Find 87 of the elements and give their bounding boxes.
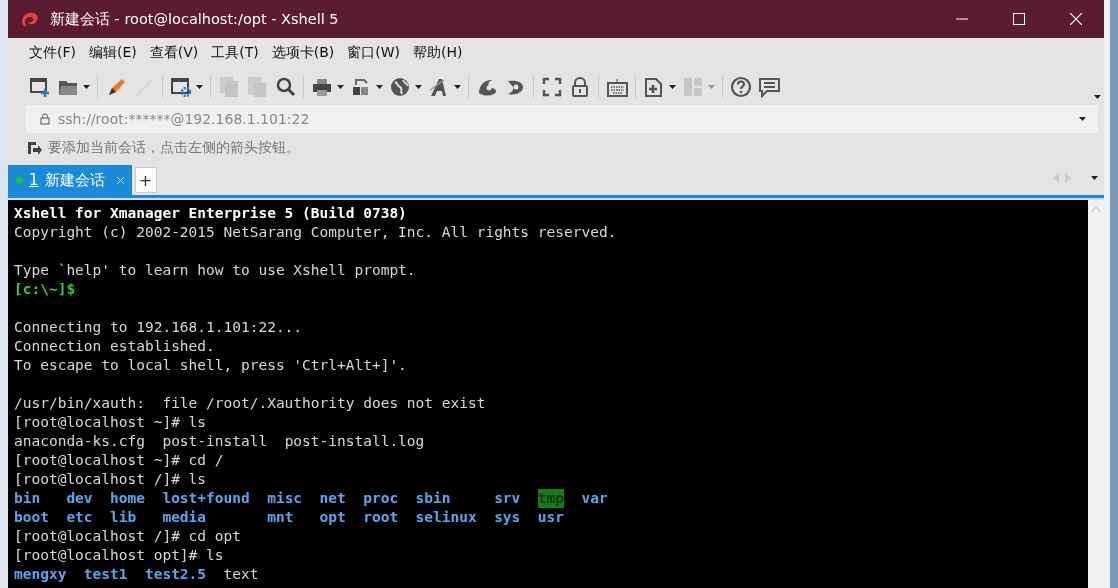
directory-name: sys xyxy=(494,508,521,527)
terminal-line: [root@localhost opt]# ls xyxy=(14,547,224,563)
copy-icon xyxy=(218,75,240,98)
scroll-up-icon xyxy=(1091,206,1101,212)
new-tab-button[interactable]: + xyxy=(134,167,157,193)
caret-icon xyxy=(196,84,203,89)
add-tab-icon xyxy=(643,75,665,98)
directory-name: lost+found xyxy=(162,489,250,508)
close-icon xyxy=(1069,13,1082,25)
close-icon xyxy=(116,176,124,184)
menu-item[interactable]: 帮助(H) xyxy=(412,42,467,64)
directory-name: srv xyxy=(494,489,521,508)
caret-icon xyxy=(1091,176,1098,180)
directory-name: home xyxy=(110,489,145,508)
directory-name: net xyxy=(319,489,346,508)
window-title: 新建会话 - root@localhost:/opt - Xshell 5 xyxy=(50,9,340,29)
file-name: post-install.log xyxy=(284,432,425,451)
directory-name: test2.5 xyxy=(144,565,207,584)
right-arrow-icon xyxy=(1065,173,1071,183)
caret-icon xyxy=(1079,117,1086,121)
hint-text: 要添加当前会话，点击左侧的箭头按钮。 xyxy=(48,139,300,157)
tab-list-button[interactable] xyxy=(1091,176,1098,180)
caret-icon xyxy=(337,84,344,89)
terminal-line: [root@localhost ~]# ls xyxy=(14,414,207,430)
prompt-text: [c:\~]$ xyxy=(14,281,76,297)
terminal-line: Type `help' to learn how to use Xshell prompt. xyxy=(14,262,416,278)
lock-icon xyxy=(40,113,50,125)
maximize-icon xyxy=(1012,13,1025,25)
directory-name: bin xyxy=(14,489,42,508)
directory-name: opt xyxy=(319,508,346,527)
directory-name: etc xyxy=(66,508,93,527)
new-session-icon xyxy=(29,75,51,98)
terminal-line: [root@localhost /]# cd opt xyxy=(14,528,241,544)
directory-name: lib xyxy=(110,508,138,527)
search-icon xyxy=(274,75,296,98)
directory-name: mnt xyxy=(267,508,295,527)
directory-name: boot xyxy=(14,508,49,527)
file-name: text xyxy=(223,565,259,584)
menu-item[interactable]: 选项卡(B) xyxy=(270,42,339,64)
directory-name: tmp xyxy=(537,489,564,508)
menu-item[interactable]: 窗口(W) xyxy=(346,42,405,64)
terminal-line: [root@localhost /]# ls xyxy=(14,471,207,487)
directory-name: misc xyxy=(267,489,303,508)
caret-icon xyxy=(1094,95,1101,99)
terminal-line: To escape to local shell, press 'Ctrl+Alt+]'. xyxy=(14,357,407,373)
toolbar-overflow-button[interactable] xyxy=(1094,95,1101,99)
caret-icon xyxy=(376,84,383,89)
terminal-line: Connecting to 192.168.1.101:22... xyxy=(14,319,303,335)
terminal-line: /usr/bin/xauth: file /root/.Xauthority does not exist xyxy=(14,395,486,411)
directory-name: usr xyxy=(537,508,564,527)
caret-icon xyxy=(415,84,422,89)
directory-name: media xyxy=(162,508,208,527)
fullscreen-icon xyxy=(541,75,563,98)
chat-icon xyxy=(758,75,780,98)
terminal-line: [root@localhost ~]# cd / xyxy=(14,452,224,468)
app-logo-icon xyxy=(20,10,40,28)
caret-icon xyxy=(708,84,715,89)
directory-name: sbin xyxy=(415,489,452,508)
help-icon xyxy=(730,75,752,98)
directory-name: selinux xyxy=(415,508,477,527)
caret-icon xyxy=(83,84,90,89)
directory-name: root xyxy=(363,508,399,527)
file-name: anaconda-ks.cfg xyxy=(14,432,145,451)
file-name: post-install xyxy=(162,432,268,451)
terminal-line: Xshell for Xmanager Enterprise 5 (Build 0738) xyxy=(14,205,407,221)
menu-item[interactable]: 文件(F) xyxy=(28,42,80,64)
directory-name: proc xyxy=(363,489,399,508)
paste-icon xyxy=(246,75,268,98)
menu-item[interactable]: 编辑(E) xyxy=(88,42,141,64)
directory-name: var xyxy=(581,489,608,508)
directory-name: mengxy xyxy=(14,565,67,584)
menu-item[interactable]: 查看(V) xyxy=(148,42,203,64)
left-arrow-icon xyxy=(1053,173,1059,183)
settings-window-icon xyxy=(170,75,192,98)
globe-icon xyxy=(389,75,411,98)
arrow-icon xyxy=(26,140,42,156)
layout-icon xyxy=(682,75,704,98)
caret-icon xyxy=(669,84,676,89)
scrollbar[interactable] xyxy=(1088,200,1104,588)
terminal-line: Connection established. xyxy=(14,338,215,354)
directory-name: test1 xyxy=(83,565,128,584)
session-tab[interactable]: 1 新建会话 xyxy=(8,165,132,195)
directory-name: dev xyxy=(66,489,93,508)
caret-icon xyxy=(454,84,461,89)
lock-icon xyxy=(569,75,591,98)
menu-item[interactable]: 工具(T) xyxy=(210,42,263,64)
terminal-line: Copyright (c) 2002-2015 NetSarang Computer, Inc. All rights reserved. xyxy=(14,224,617,240)
